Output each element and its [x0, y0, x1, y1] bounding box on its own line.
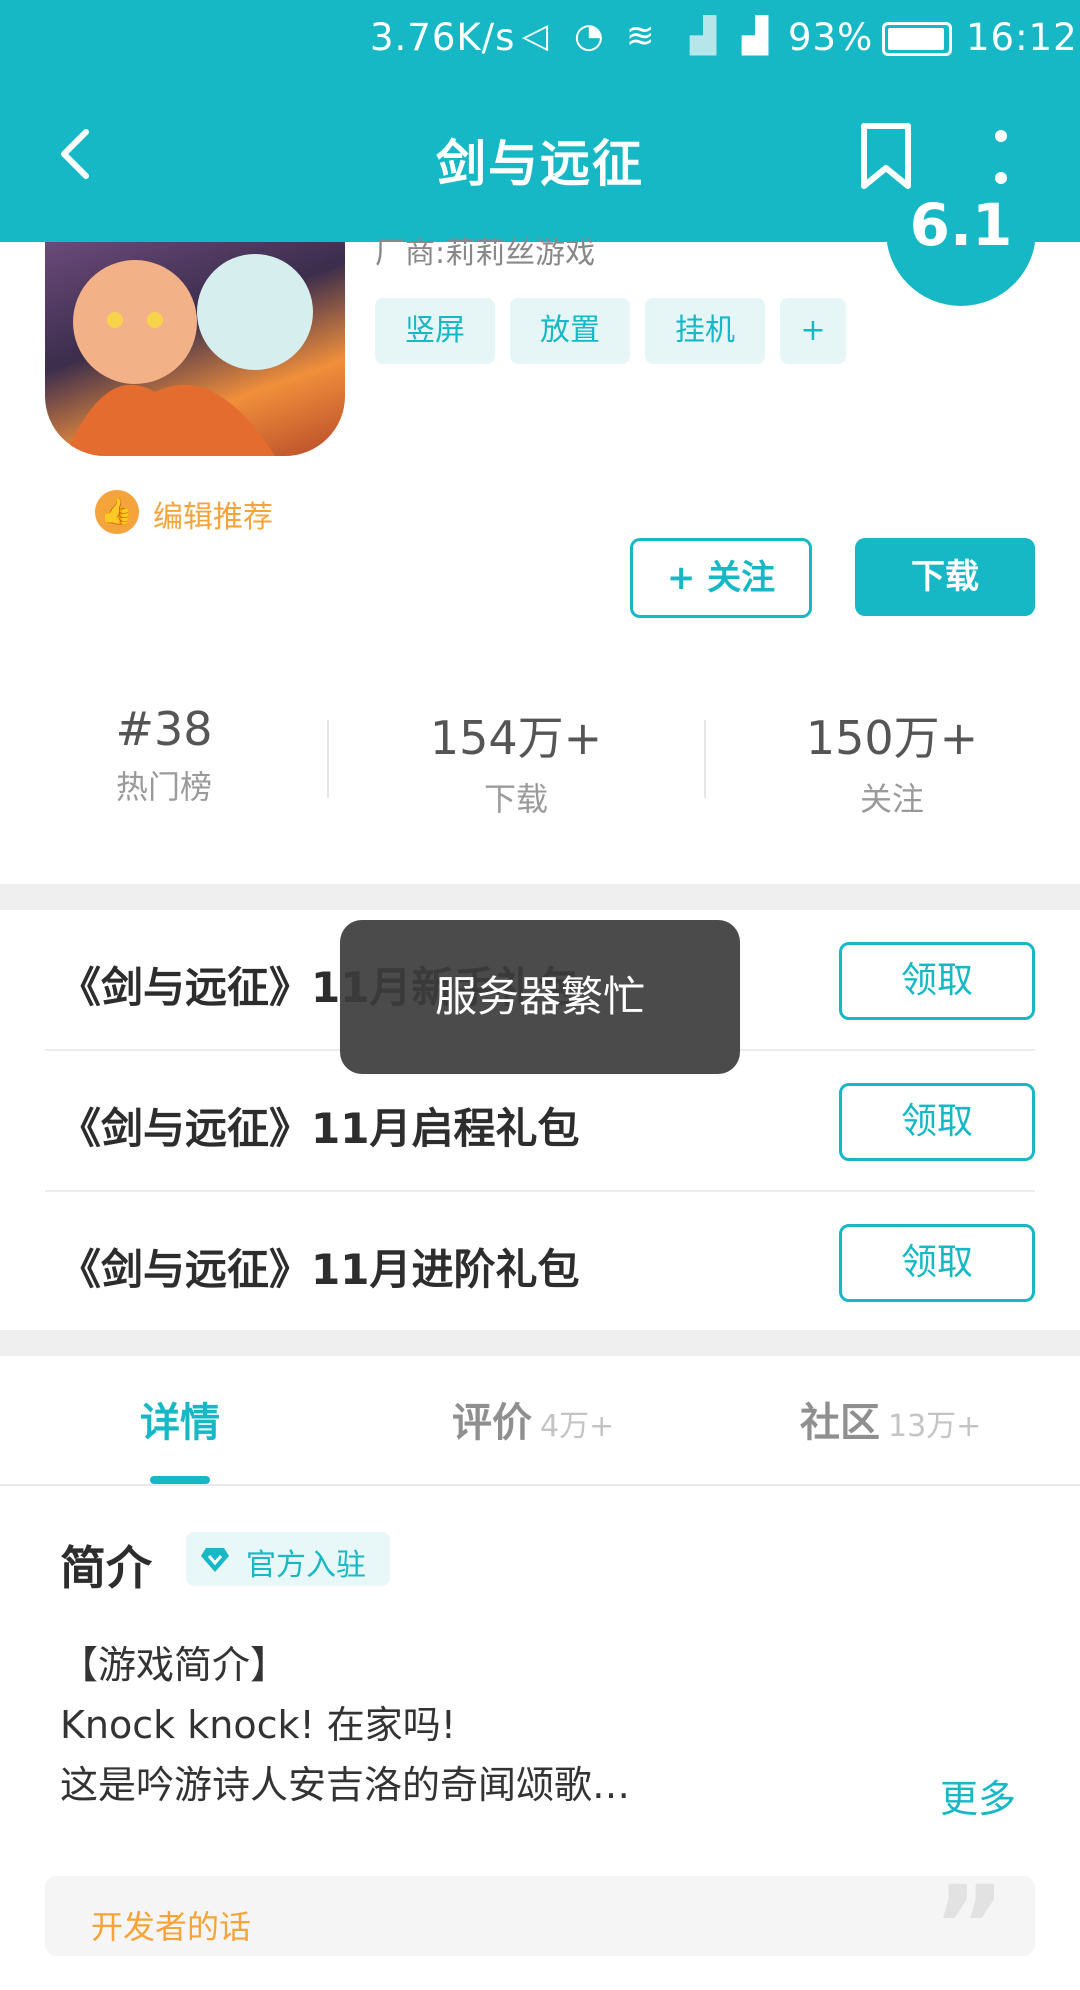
- intro-line: 这是吟游诗人安吉洛的奇闻颂歌…: [60, 1763, 631, 1807]
- tag-item[interactable]: 竖屏: [375, 298, 495, 364]
- stat-label: 关注: [859, 780, 924, 818]
- tab-indicator: [150, 1476, 210, 1484]
- stat-rank[interactable]: #38 热门榜: [14, 702, 314, 808]
- diamond-icon: [200, 1544, 230, 1574]
- tab-count: 4万+: [540, 1409, 615, 1444]
- tab-community[interactable]: 社区 13万+: [800, 1390, 981, 1448]
- follow-button[interactable]: + 关注: [630, 538, 812, 618]
- battery-icon: [882, 22, 952, 56]
- network-speed: 3.76K/s: [370, 16, 516, 59]
- tab-count: 13万+: [888, 1409, 982, 1444]
- gift-title: 《剑与远征》11月启程礼包: [59, 1104, 580, 1153]
- download-button[interactable]: 下载: [855, 538, 1035, 616]
- signal-icon: ▟: [742, 16, 769, 56]
- developer-note-label: 开发者的话: [91, 1908, 252, 1946]
- more-link[interactable]: 更多: [940, 1768, 1016, 1823]
- intro-line: Knock knock! 在家吗!: [60, 1703, 457, 1747]
- gift-title: 《剑与远征》11月进阶礼包: [59, 1245, 580, 1294]
- section-divider: [0, 1330, 1080, 1356]
- stat-value: 150万+: [805, 711, 979, 765]
- claim-button[interactable]: 领取: [839, 1224, 1035, 1302]
- tab-reviews[interactable]: 评价 4万+: [452, 1390, 614, 1448]
- tag-item[interactable]: 放置: [510, 298, 630, 364]
- tab-label: 评价: [452, 1400, 532, 1446]
- intro-line: 【游戏简介】: [60, 1643, 289, 1687]
- developer-name: 厂商:莉莉丝游戏: [375, 236, 596, 271]
- stat-value: #38: [115, 702, 213, 756]
- tab-details[interactable]: 详情: [140, 1390, 220, 1448]
- status-bar: 3.76K/s ◁ ◔ ≋ ▟ ▟ 93% 16:12: [0, 0, 1080, 72]
- score-value: 6.1: [909, 191, 1013, 259]
- bookmark-icon[interactable]: [856, 120, 916, 194]
- score-badge: 6.1: [886, 190, 1036, 306]
- recommend-label: 编辑推荐: [153, 500, 273, 535]
- stat-label: 热门榜: [115, 768, 212, 806]
- page-title: 剑与远征: [436, 135, 644, 193]
- divider: [327, 720, 329, 798]
- tag-item[interactable]: 挂机: [645, 298, 765, 364]
- more-tags-button[interactable]: +: [780, 298, 846, 364]
- game-icon: [45, 242, 345, 456]
- tab-label: 社区: [800, 1400, 880, 1446]
- stat-label: 下载: [483, 780, 548, 818]
- stat-value: 154万+: [429, 711, 603, 765]
- gift-row: 《剑与远征》11月进阶礼包 领取: [45, 1192, 1035, 1332]
- developer-note-card[interactable]: 开发者的话 ”: [45, 1862, 1035, 1990]
- divider: [0, 1484, 1080, 1486]
- tab-label: 详情: [140, 1400, 220, 1446]
- stat-followers: 150万+ 关注: [742, 702, 1042, 820]
- quote-icon: ”: [933, 1862, 1006, 1990]
- more-icon[interactable]: [976, 122, 1026, 192]
- section-divider: [0, 884, 1080, 910]
- wifi-icon: ≋: [626, 16, 655, 56]
- official-badge: 官方入驻: [186, 1532, 390, 1586]
- alarm-icon: ◔: [574, 16, 604, 56]
- divider: [704, 720, 706, 798]
- claim-button[interactable]: 领取: [839, 1083, 1035, 1161]
- battery-percent: 93%: [788, 16, 874, 59]
- claim-button[interactable]: 领取: [839, 942, 1035, 1020]
- official-label: 官方入驻: [246, 1548, 366, 1583]
- thumbs-up-icon: 👍: [95, 490, 139, 534]
- mute-icon: ◁: [522, 16, 549, 56]
- stat-downloads: 154万+ 下载: [366, 702, 666, 820]
- toast-message: 服务器繁忙: [340, 920, 740, 1074]
- clock: 16:12: [966, 16, 1078, 59]
- signal-icon: ▟: [690, 16, 717, 56]
- intro-title: 简介: [60, 1541, 152, 1595]
